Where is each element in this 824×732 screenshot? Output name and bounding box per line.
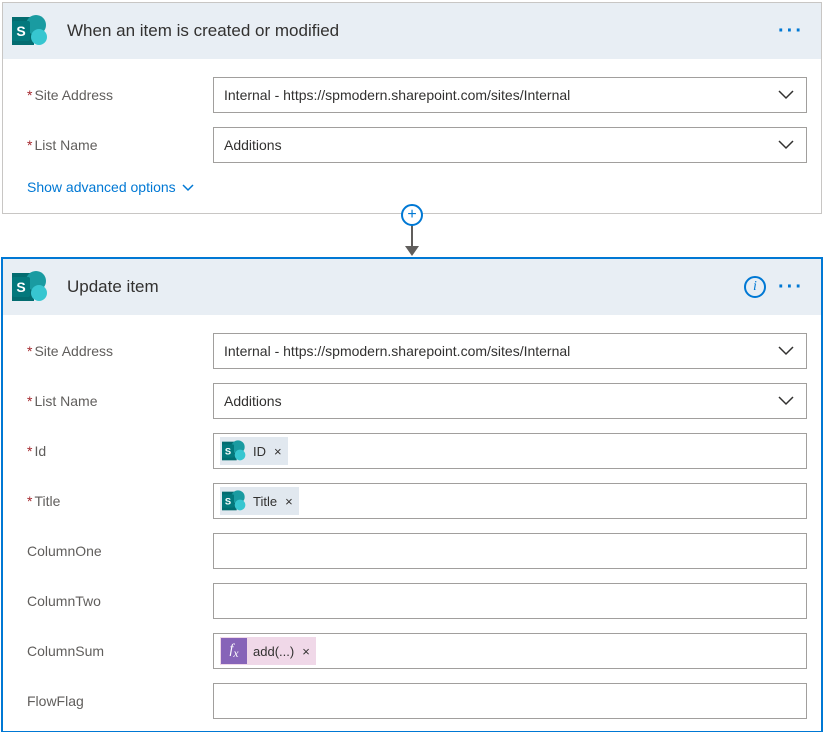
site-address-label: Site Address <box>17 87 213 103</box>
chevron-down-icon[interactable] <box>772 90 800 100</box>
action-title: Update item <box>57 277 737 297</box>
action-header[interactable]: Update item i ··· <box>3 259 821 315</box>
id-token-label: ID <box>247 444 272 459</box>
show-advanced-link[interactable]: Show advanced options <box>17 177 204 201</box>
list-name-value: Additions <box>220 137 772 153</box>
columnsum-label: ColumnSum <box>17 643 213 659</box>
site-address-value: Internal - https://spmodern.sharepoint.c… <box>220 87 772 103</box>
title-field[interactable]: Title × <box>213 483 807 519</box>
chevron-down-icon[interactable] <box>772 396 800 406</box>
info-icon: i <box>744 276 766 298</box>
list-name-row: List Name Additions <box>17 383 807 419</box>
action-body: Site Address Internal - https://spmodern… <box>3 315 821 731</box>
site-address-value: Internal - https://spmodern.sharepoint.c… <box>220 343 772 359</box>
sharepoint-icon <box>221 488 247 514</box>
title-row: Title Title × <box>17 483 807 519</box>
expression-token[interactable]: fx add(...) × <box>220 637 316 665</box>
columnone-label: ColumnOne <box>17 543 213 559</box>
list-name-field[interactable]: Additions <box>213 383 807 419</box>
columnone-row: ColumnOne <box>17 533 807 569</box>
flowflag-label: FlowFlag <box>17 693 213 709</box>
trigger-menu-button[interactable]: ··· <box>773 13 809 49</box>
connector: + <box>0 214 824 256</box>
site-address-row: Site Address Internal - https://spmodern… <box>17 77 807 113</box>
chevron-down-icon[interactable] <box>772 346 800 356</box>
columntwo-field[interactable] <box>213 583 807 619</box>
sharepoint-icon <box>3 260 57 314</box>
arrow-down-icon <box>405 246 419 256</box>
remove-token-button[interactable]: × <box>283 494 299 509</box>
trigger-title: When an item is created or modified <box>57 21 773 41</box>
trigger-body: Site Address Internal - https://spmodern… <box>3 59 821 213</box>
id-field[interactable]: ID × <box>213 433 807 469</box>
ellipsis-icon: ··· <box>778 21 804 41</box>
list-name-row: List Name Additions <box>17 127 807 163</box>
ellipsis-icon: ··· <box>778 277 804 297</box>
title-token-label: Title <box>247 494 283 509</box>
fx-icon: fx <box>221 638 247 664</box>
title-label: Title <box>17 493 213 509</box>
list-name-label: List Name <box>17 137 213 153</box>
expression-token-label: add(...) <box>247 644 300 659</box>
site-address-label: Site Address <box>17 343 213 359</box>
action-card: Update item i ··· Site Address Internal … <box>2 258 822 732</box>
chevron-down-icon <box>182 179 194 195</box>
id-token[interactable]: ID × <box>220 437 288 465</box>
title-token[interactable]: Title × <box>220 487 299 515</box>
info-button[interactable]: i <box>737 269 773 305</box>
flowflag-row: FlowFlag <box>17 683 807 719</box>
remove-token-button[interactable]: × <box>300 644 316 659</box>
columntwo-label: ColumnTwo <box>17 593 213 609</box>
sharepoint-icon <box>221 438 247 464</box>
sharepoint-icon <box>3 4 57 58</box>
flowflag-field[interactable] <box>213 683 807 719</box>
list-name-label: List Name <box>17 393 213 409</box>
list-name-field[interactable]: Additions <box>213 127 807 163</box>
site-address-field[interactable]: Internal - https://spmodern.sharepoint.c… <box>213 333 807 369</box>
columnsum-field[interactable]: fx add(...) × <box>213 633 807 669</box>
columntwo-row: ColumnTwo <box>17 583 807 619</box>
columnsum-row: ColumnSum fx add(...) × <box>17 633 807 669</box>
site-address-row: Site Address Internal - https://spmodern… <box>17 333 807 369</box>
site-address-field[interactable]: Internal - https://spmodern.sharepoint.c… <box>213 77 807 113</box>
trigger-header[interactable]: When an item is created or modified ··· <box>3 3 821 59</box>
action-menu-button[interactable]: ··· <box>773 269 809 305</box>
add-step-button[interactable]: + <box>401 204 423 226</box>
id-row: Id ID × <box>17 433 807 469</box>
chevron-down-icon[interactable] <box>772 140 800 150</box>
trigger-card: When an item is created or modified ··· … <box>2 2 822 214</box>
show-advanced-label: Show advanced options <box>27 179 176 195</box>
columnone-field[interactable] <box>213 533 807 569</box>
remove-token-button[interactable]: × <box>272 444 288 459</box>
list-name-value: Additions <box>220 393 772 409</box>
id-label: Id <box>17 443 213 459</box>
